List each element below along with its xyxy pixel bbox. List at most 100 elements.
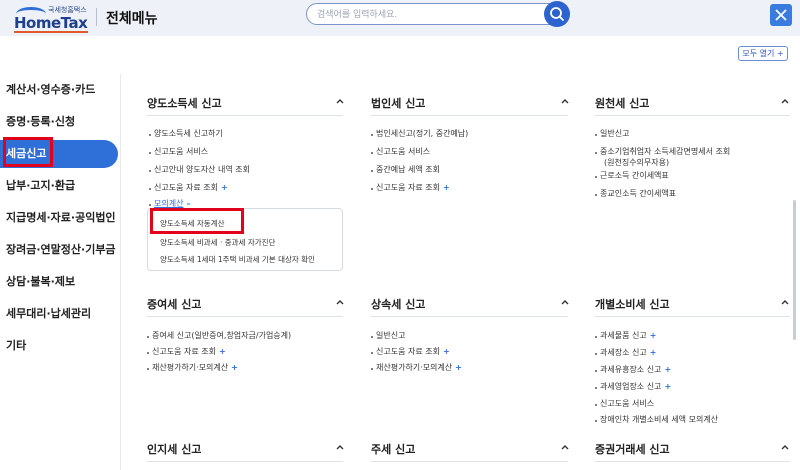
chevron-up-icon[interactable] <box>560 96 570 106</box>
sidebar-item-payment[interactable]: 납부·고지·환급 <box>6 177 75 195</box>
link-excise-business-label: 과세영업장소 신고 <box>600 382 662 391</box>
link-corp-data-label: 신고도움 자료 조회 <box>376 183 440 192</box>
bullet <box>595 404 597 406</box>
link-excise-goods-label: 과세물품 신고 <box>600 331 647 340</box>
sub-link-self-check[interactable]: 양도소득세 비과세 · 중과세 자가진단 <box>160 237 275 248</box>
sub-link-one-house[interactable]: 양도소득세 1세대 1주택 비과세 기본 대상자 확인 <box>160 254 315 265</box>
expand-plus-icon[interactable]: + <box>221 183 228 192</box>
link-excise-help[interactable]: 신고도움 서비스 <box>600 398 654 410</box>
link-gift-file[interactable]: 증여세 신고(일반증여,창업자금/가업승계) <box>152 330 291 342</box>
link-corp-interim[interactable]: 중간예납 세액 조회 <box>376 164 440 176</box>
section-title-inherit[interactable]: 상속세 신고 <box>371 296 425 312</box>
bullet <box>371 188 373 190</box>
link-gift-eval[interactable]: 재산평가하기·모의계산 + <box>152 362 238 374</box>
sidebar-item-invoice[interactable]: 계산서·영수증·카드 <box>6 81 95 99</box>
section-title-excise[interactable]: 개별소비세 신고 <box>595 296 670 312</box>
chevron-up-icon[interactable] <box>335 297 345 307</box>
search-box <box>306 3 570 25</box>
link-withhold-sme-note: (원천징수의무자용) <box>604 158 670 167</box>
bullet <box>595 420 597 422</box>
chevron-up-icon[interactable] <box>780 442 790 452</box>
link-corp-file[interactable]: 법인세신고(정기, 중간예납) <box>376 128 468 140</box>
section-title-yangdo[interactable]: 양도소득세 신고 <box>147 95 222 111</box>
link-corp-data[interactable]: 신고도움 자료 조회 + <box>376 182 450 194</box>
section-rule <box>147 461 343 462</box>
section-title-securities[interactable]: 증권거래세 신고 <box>595 441 670 457</box>
link-yangdo-file[interactable]: 양도소득세 신고하기 <box>154 128 223 140</box>
link-excise-entertain[interactable]: 과세유흥장소 신고 + <box>600 364 671 376</box>
expand-plus-icon[interactable]: + <box>443 347 450 356</box>
link-inherit-data[interactable]: 신고도움 자료 조회 + <box>376 346 450 358</box>
bullet <box>149 152 151 154</box>
close-button[interactable] <box>770 4 792 26</box>
chevron-up-icon[interactable] <box>780 96 790 106</box>
close-icon <box>775 9 787 21</box>
bullet <box>149 170 151 172</box>
expand-all-button[interactable]: 모두 열기 + <box>738 46 788 61</box>
bullet <box>595 152 597 154</box>
expand-plus-icon[interactable]: + <box>664 365 671 374</box>
expand-plus-icon[interactable]: + <box>231 363 238 372</box>
chevron-up-icon[interactable] <box>335 96 345 106</box>
expand-plus-icon[interactable]: + <box>455 363 462 372</box>
chevron-up-icon[interactable] <box>560 442 570 452</box>
logo-underline <box>14 31 88 33</box>
bullet <box>147 352 149 354</box>
bullet <box>595 194 597 196</box>
hometax-logo[interactable]: 국세청홈택스 HomeTax <box>14 5 94 33</box>
highlight-box <box>150 208 244 234</box>
expand-plus-icon[interactable]: + <box>650 331 657 340</box>
bullet <box>371 134 373 136</box>
link-excise-goods[interactable]: 과세물품 신고 + <box>600 330 656 342</box>
bullet <box>371 170 373 172</box>
bullet <box>595 176 597 178</box>
chevron-up-icon[interactable] <box>780 297 790 307</box>
section-rule <box>595 461 790 462</box>
link-excise-disabled-car[interactable]: 장애인차 개별소비세 세액 모의계산 <box>600 414 718 426</box>
header-divider <box>96 8 97 26</box>
link-excise-place[interactable]: 과세장소 신고 + <box>600 347 656 359</box>
link-withhold-religious[interactable]: 종교인소득 간이세액표 <box>600 188 676 200</box>
link-yangdo-data[interactable]: 신고도움 자료 조회 + <box>154 182 228 194</box>
expand-plus-icon[interactable]: + <box>219 347 226 356</box>
search-button[interactable] <box>544 1 570 27</box>
scrollbar[interactable] <box>793 200 796 340</box>
link-withhold-general[interactable]: 일반신고 <box>600 128 629 140</box>
section-title-liquor[interactable]: 주세 신고 <box>371 441 415 457</box>
link-corp-help[interactable]: 신고도움 서비스 <box>376 146 430 158</box>
link-gift-data[interactable]: 신고도움 자료 조회 + <box>152 346 226 358</box>
search-input[interactable] <box>317 7 537 22</box>
bullet <box>595 336 597 338</box>
expand-plus-icon[interactable]: + <box>664 382 671 391</box>
link-yangdo-calc-label: 모의계산 <box>154 199 184 208</box>
link-inherit-eval[interactable]: 재산평가하기·모의계산 + <box>376 362 462 374</box>
section-title-corp[interactable]: 법인세 신고 <box>371 95 425 111</box>
link-yangdo-help[interactable]: 신고도움 서비스 <box>154 146 208 158</box>
link-excise-business[interactable]: 과세영업장소 신고 + <box>600 381 671 393</box>
link-yangdo-asset[interactable]: 신고안내 양도자산 내역 조회 <box>154 164 250 176</box>
bullet <box>371 352 373 354</box>
section-title-stamp[interactable]: 인지세 신고 <box>147 441 201 457</box>
sidebar-item-incentive[interactable]: 장려금·연말정산·기부금 <box>6 241 116 259</box>
section-title-gift[interactable]: 증여세 신고 <box>147 296 201 312</box>
link-gift-eval-label: 재산평가하기·모의계산 <box>152 363 229 372</box>
link-inherit-general[interactable]: 일반신고 <box>376 330 405 342</box>
expand-plus-icon[interactable]: + <box>443 183 450 192</box>
sidebar-item-agent[interactable]: 세무대리·납세관리 <box>6 305 91 323</box>
section-title-withhold[interactable]: 원천세 신고 <box>595 95 649 111</box>
chevron-up-icon[interactable] <box>560 297 570 307</box>
bullet <box>595 134 597 136</box>
section-rule <box>371 316 568 317</box>
search-icon <box>550 7 564 21</box>
sidebar-item-statement[interactable]: 지급명세·자료·공익법인 <box>6 209 116 227</box>
sidebar-item-consult[interactable]: 상담·불복·제보 <box>6 273 75 291</box>
bullet <box>595 353 597 355</box>
link-withhold-earned[interactable]: 근로소득 간이세액표 <box>600 170 669 182</box>
section-rule <box>371 461 568 462</box>
sidebar-item-certificate[interactable]: 증명·등록·신청 <box>6 113 75 131</box>
chevron-up-icon[interactable] <box>335 442 345 452</box>
sidebar-item-etc[interactable]: 기타 <box>6 337 26 355</box>
collapse-minus-icon[interactable]: – <box>186 199 190 208</box>
highlight-box <box>3 137 53 167</box>
expand-plus-icon[interactable]: + <box>650 348 657 357</box>
